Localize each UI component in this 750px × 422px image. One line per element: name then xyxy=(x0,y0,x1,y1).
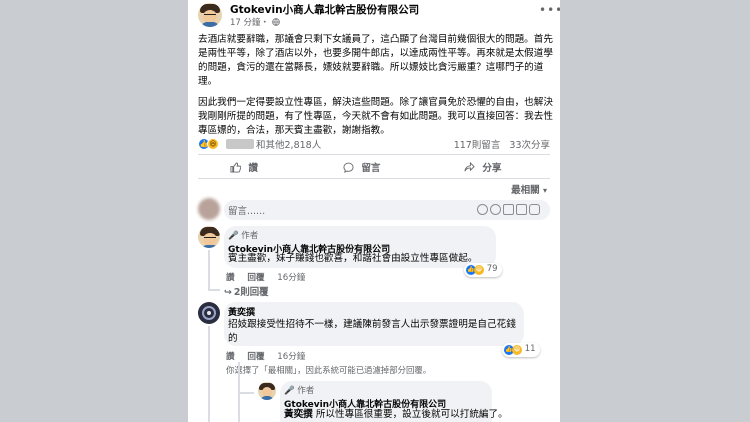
sort-dropdown[interactable]: 最相關 ▾ xyxy=(511,182,547,196)
comment-meta: 讚 回覆 16分鐘 xyxy=(226,271,315,283)
post-author-name[interactable]: Gtokevin小商人靠北幹古股份有限公司 xyxy=(230,2,419,17)
post-timestamp[interactable]: 17 分鐘・ xyxy=(230,16,280,28)
thumbs-up-icon xyxy=(230,162,241,173)
comment-reactions[interactable]: 👍😆 79 xyxy=(464,263,502,277)
emoji-icon[interactable] xyxy=(490,204,501,215)
reply-text-body: 所以性專區很重要，設立後就可以打統編了。 xyxy=(312,409,508,420)
facebook-post-card: Gtokevin小商人靠北幹古股份有限公司 17 分鐘・ ••• 去酒店就要辭職… xyxy=(188,0,560,422)
author-badge-icon: 🎤 xyxy=(228,231,239,241)
post-paragraph-2: 因此我們一定得要設立性專區，解決這些問題。除了讓官員免於恐懼的自由，也解決我剛剛… xyxy=(198,97,553,136)
post-body: 去酒店就要辭職，那議會只剩下女議員了，這凸顯了台灣目前幾個很大的問題。首先是兩性… xyxy=(198,33,554,145)
globe-icon xyxy=(271,18,280,26)
thread-line xyxy=(238,392,254,394)
comment-bubble: 🎤 作者 Gtokevin小商人靠北幹古股份有限公司 賓主盡歡，妹子賺錢也歡喜，… xyxy=(224,226,496,268)
comment-reaction-count: 11 xyxy=(524,344,536,354)
post-header: Gtokevin小商人靠北幹古股份有限公司 17 分鐘・ ••• xyxy=(188,0,560,32)
current-user-avatar xyxy=(198,198,220,220)
filter-note: 你選擇了「最相關」，因此系統可能已過濾掉部分回覆。 xyxy=(226,365,432,375)
comment-time[interactable]: 16分鐘 xyxy=(277,352,305,362)
sticker-icon[interactable] xyxy=(477,204,488,215)
sort-label: 最相關 xyxy=(511,185,540,196)
camera-icon[interactable] xyxy=(503,204,514,215)
reactions-count[interactable]: 和其他2,818人 xyxy=(256,137,321,151)
haha-reaction-icon: 😆 xyxy=(474,265,484,275)
comment-author-avatar[interactable] xyxy=(198,226,220,248)
action-bar: 讚 留言 分享 xyxy=(198,156,550,178)
commenter-avatar[interactable] xyxy=(198,302,220,324)
comment-meta: 讚 回覆 16分鐘 xyxy=(226,350,315,362)
gif-icon[interactable] xyxy=(516,204,527,215)
author-badge: 🎤 作者 xyxy=(228,229,258,241)
author-badge-label: 作者 xyxy=(297,386,315,396)
comment-text: 招妓跟接受性招待不一樣，建議陳前發言人出示發票證明是自己花錢的 xyxy=(228,319,516,344)
comment-reactions[interactable]: 👍😆 11 xyxy=(502,343,540,357)
chevron-down-icon: ▾ xyxy=(542,186,547,195)
ellipsis-icon[interactable]: ••• xyxy=(539,3,560,17)
comment-like-button[interactable]: 讚 xyxy=(226,273,235,283)
thread-line xyxy=(208,289,220,291)
sticker-face-icon[interactable] xyxy=(529,204,540,215)
thread-line xyxy=(208,326,210,422)
view-replies-label: 2則回覆 xyxy=(233,287,269,298)
comment-time[interactable]: 16分鐘 xyxy=(277,273,305,283)
comment-bubble: 黃奕撰 招妓跟接受性招待不一樣，建議陳前發言人出示發票證明是自己花錢的 xyxy=(224,302,524,346)
comments-count[interactable]: 117則留言 xyxy=(454,140,501,151)
post-time-text: 17 分鐘・ xyxy=(230,18,270,28)
blurred-name xyxy=(226,139,254,149)
divider xyxy=(198,178,550,179)
reply-arrow-icon: ↪ xyxy=(224,287,232,298)
post-stats: 👍 😆 和其他2,818人 117則留言 33次分享 xyxy=(198,137,550,151)
comment-reply-button[interactable]: 回覆 xyxy=(247,273,264,283)
comment-icon xyxy=(343,162,354,173)
haha-reaction-icon[interactable]: 😆 xyxy=(207,138,219,150)
haha-reaction-icon: 😆 xyxy=(512,345,522,355)
comment-label: 留言 xyxy=(361,163,381,174)
comment-author-name[interactable]: 黃奕撰 xyxy=(228,305,255,318)
post-paragraph-1: 去酒店就要辭職，那議會只剩下女議員了，這凸顯了台灣目前幾個很大的問題。首先是兩性… xyxy=(198,34,553,87)
author-badge: 🎤 作者 xyxy=(284,384,314,396)
author-badge-label: 作者 xyxy=(241,231,259,241)
comment-placeholder: 留言...... xyxy=(228,206,266,217)
author-avatar[interactable] xyxy=(198,3,222,27)
comment-reply-button[interactable]: 回覆 xyxy=(247,352,264,362)
like-label: 讚 xyxy=(248,163,258,174)
share-button[interactable]: 分享 xyxy=(464,160,502,174)
comment-text: 賓主盡歡，妹子賺錢也歡喜，和諧社會由設立性專區做起。 xyxy=(228,253,478,264)
comments-shares-count: 117則留言 33次分享 xyxy=(454,137,550,151)
thread-line xyxy=(208,250,210,290)
reply-mention[interactable]: 黃奕撰 xyxy=(284,409,313,420)
view-replies-link[interactable]: ↪ 2則回覆 xyxy=(224,284,279,298)
share-label: 分享 xyxy=(482,163,502,174)
comment-reaction-count: 79 xyxy=(486,264,498,274)
reply-author-avatar[interactable] xyxy=(258,382,276,400)
author-badge-icon: 🎤 xyxy=(284,386,295,396)
comment-like-button[interactable]: 讚 xyxy=(226,352,235,362)
comment-input[interactable]: 留言...... xyxy=(224,200,550,220)
shares-count[interactable]: 33次分享 xyxy=(509,140,550,151)
reply-bubble: 🎤 作者 Gtokevin小商人靠北幹古股份有限公司 黃奕撰 所以性專區很重要，… xyxy=(280,381,508,422)
share-icon xyxy=(464,162,475,172)
like-button[interactable]: 讚 xyxy=(230,160,258,174)
divider xyxy=(198,154,550,155)
reply-text: 黃奕撰 所以性專區很重要，設立後就可以打統編了。 xyxy=(284,408,508,422)
comment-button[interactable]: 留言 xyxy=(343,160,381,174)
